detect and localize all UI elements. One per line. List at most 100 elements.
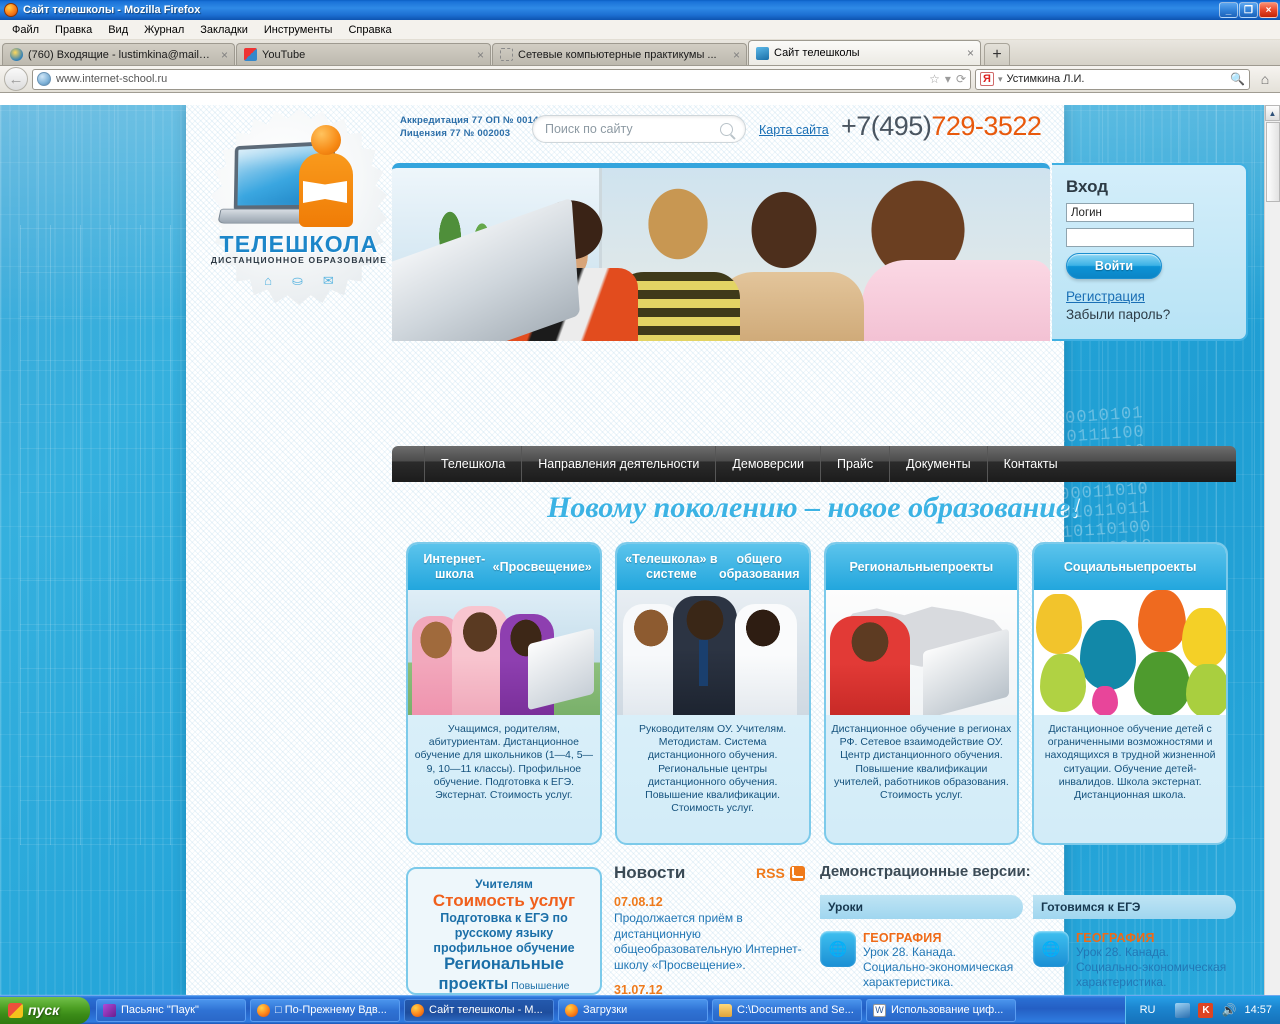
browser-tab-teleschool[interactable]: Сайт телешколы × <box>748 40 981 65</box>
language-indicator[interactable]: RU <box>1140 1004 1156 1016</box>
site-main-nav: Телешкола Направления деятельности Демов… <box>392 446 1236 482</box>
browser-tab-mail[interactable]: (760) Входящие - lustimkina@mail.ru - П.… <box>2 43 235 65</box>
firefox-icon <box>4 3 18 17</box>
minimize-button[interactable]: _ <box>1219 2 1238 18</box>
browser-search-box[interactable]: Я ▾ Устимкина Л.И. 🔍 <box>975 68 1250 90</box>
scrollbar-thumb[interactable] <box>1266 122 1280 202</box>
sitemap-link[interactable]: Карта сайта <box>759 123 829 137</box>
login-submit-button[interactable]: Войти <box>1066 253 1162 279</box>
browser-navbar: ← www.internet-school.ru ☆ ▾ ⟳ Я ▾ Устим… <box>0 66 1280 93</box>
promo-card[interactable]: Социальные проекты Дистанционное обучение… <box>1032 542 1228 845</box>
password-input[interactable] <box>1066 228 1194 247</box>
reload-icon[interactable]: ⟳ <box>956 72 966 86</box>
taskbar-button-firefox-1[interactable]: □ По-Прежнему Вдв... <box>250 998 400 1022</box>
kaspersky-icon[interactable]: K <box>1198 1002 1214 1018</box>
menu-help[interactable]: Справка <box>340 22 399 38</box>
taskbar-button-explorer[interactable]: C:\Documents and Se... <box>712 998 862 1022</box>
home-icon[interactable]: ⌂ <box>264 273 272 289</box>
taskbar-button-downloads[interactable]: Загрузки <box>558 998 708 1022</box>
news-item[interactable]: 07.08.12 Продолжается приём в дистанцион… <box>614 895 810 973</box>
menu-tools[interactable]: Инструменты <box>256 22 341 38</box>
promo-card[interactable]: «Телешкола» в системе общего образования … <box>614 542 811 845</box>
taskbar-button-label: Пасьянс "Паук" <box>121 1004 199 1016</box>
sitemap-icon[interactable]: ⛀ <box>292 273 303 289</box>
menu-bookmarks[interactable]: Закладки <box>192 22 256 38</box>
chevron-down-icon[interactable]: ▾ <box>945 72 951 86</box>
close-button[interactable]: × <box>1259 2 1278 18</box>
tab-label: (760) Входящие - lustimkina@mail.ru - П.… <box>28 48 212 61</box>
nav-item-documents[interactable]: Документы <box>890 446 988 482</box>
demo-item[interactable]: 🌐 ГЕОГРАФИЯ Урок 28. Канада. Социально-э… <box>820 931 1023 990</box>
demos-column-ege: Готовимся к ЕГЭ 🌐 ГЕОГРАФИЯ Урок 28. Кан… <box>1033 895 1236 995</box>
page-scrollbar[interactable]: ▲ <box>1264 105 1280 995</box>
close-icon[interactable]: × <box>221 48 228 62</box>
news-date: 31.07.12 <box>614 983 663 995</box>
logo-icon-row: ⌂ ⛀ ✉ <box>201 273 397 289</box>
tag-ege-prep[interactable]: Подготовка к ЕГЭ по <box>416 911 592 926</box>
demo-item[interactable]: 🌐 ГЕОГРАФИЯ Урок 28. Канада. Социально-э… <box>1033 931 1236 990</box>
new-tab-button[interactable]: + <box>984 43 1010 65</box>
rss-link[interactable]: RSS <box>756 865 805 881</box>
tag-profile-training[interactable]: профильное обучение <box>416 941 592 956</box>
tag-development[interactable]: Повышение <box>508 980 569 992</box>
tag-regional[interactable]: Региональные <box>416 955 592 974</box>
close-icon[interactable]: × <box>733 48 740 62</box>
start-label: пуск <box>28 1002 60 1018</box>
bookmark-star-icon[interactable]: ☆ <box>929 72 940 86</box>
news-item[interactable]: 31.07.12 Повышение квалификации работник… <box>614 983 810 995</box>
promo-card[interactable]: Региональные проекты Дистанционное обучен… <box>823 542 1020 845</box>
home-icon[interactable]: ⌂ <box>1254 71 1276 87</box>
menu-view[interactable]: Вид <box>100 22 136 38</box>
folder-icon <box>719 1003 732 1017</box>
search-icon[interactable] <box>720 122 733 136</box>
close-icon[interactable]: × <box>967 46 974 60</box>
clock[interactable]: 14:57 <box>1244 1004 1272 1016</box>
logo-name: ТЕЛЕШКОЛА <box>219 231 379 257</box>
browser-tab-youtube[interactable]: YouTube × <box>236 43 491 65</box>
chevron-down-icon[interactable]: ▾ <box>998 74 1003 85</box>
scroll-up-arrow-icon[interactable]: ▲ <box>1265 105 1280 121</box>
browser-tab-practicums[interactable]: Сетевые компьютерные практикумы ... × <box>492 43 747 65</box>
site-search-box[interactable]: Поиск по сайту <box>532 115 746 143</box>
tab-label: Сетевые компьютерные практикумы ... <box>518 48 717 61</box>
close-icon[interactable]: × <box>477 48 484 62</box>
taskbar-button-label: □ По-Прежнему Вдв... <box>275 1004 387 1016</box>
tag-russian[interactable]: русскому языку <box>416 926 592 941</box>
site-logo[interactable]: ТЕЛЕШКОЛА ДИСТАНЦИОННОЕ ОБРАЗОВАНИЕ ⌂ ⛀ … <box>201 109 397 305</box>
search-icon[interactable]: 🔍 <box>1230 72 1245 86</box>
menu-file[interactable]: Файл <box>4 22 47 38</box>
network-icon[interactable] <box>1175 1002 1191 1018</box>
search-input[interactable]: Устимкина Л.И. <box>1007 73 1227 85</box>
news-heading: Новости <box>614 863 686 882</box>
tag-cost[interactable]: Стоимость услуг <box>416 891 592 911</box>
menu-history[interactable]: Журнал <box>136 22 192 38</box>
taskbar-button-label: Загрузки <box>583 1004 628 1016</box>
tag-teachers[interactable]: Учителям <box>416 877 592 891</box>
menu-edit[interactable]: Правка <box>47 22 100 38</box>
start-button[interactable]: пуск <box>0 996 90 1024</box>
tag-projects[interactable]: проекты <box>439 975 509 993</box>
forgot-password-link[interactable]: Забыли пароль? <box>1066 307 1246 322</box>
login-input[interactable] <box>1066 203 1194 222</box>
nav-item-demos[interactable]: Демоверсии <box>716 446 822 482</box>
site-search-input[interactable]: Поиск по сайту <box>545 122 720 136</box>
taskbar-button-word[interactable]: W Использование циф... <box>866 998 1016 1022</box>
firefox-icon <box>411 1003 424 1017</box>
volume-icon[interactable]: 🔊 <box>1221 1003 1236 1018</box>
globe-icon: 🌐 <box>820 931 856 967</box>
address-bar[interactable]: www.internet-school.ru ☆ ▾ ⟳ <box>32 68 971 90</box>
girls-at-laptop-photo <box>408 590 600 715</box>
spider-solitaire-icon <box>103 1003 116 1017</box>
taskbar-button-solitaire[interactable]: Пасьянс "Паук" <box>96 998 246 1022</box>
phone-prefix: +7(495) <box>841 111 932 141</box>
nav-item-price[interactable]: Прайс <box>821 446 891 482</box>
promo-card[interactable]: Интернет-школа «Просвещение» Учащимся, ро… <box>406 542 602 845</box>
register-link[interactable]: Регистрация <box>1066 289 1246 304</box>
maximize-button[interactable]: ❐ <box>1239 2 1258 18</box>
back-button[interactable]: ← <box>4 67 28 91</box>
taskbar-button-teleschool[interactable]: Сайт телешколы - М... <box>404 998 554 1022</box>
nav-item-activities[interactable]: Направления деятельности <box>522 446 717 482</box>
nav-item-teleschool[interactable]: Телешкола <box>424 446 523 482</box>
mail-icon[interactable]: ✉ <box>323 273 334 289</box>
nav-item-contacts[interactable]: Контакты <box>988 446 1074 482</box>
